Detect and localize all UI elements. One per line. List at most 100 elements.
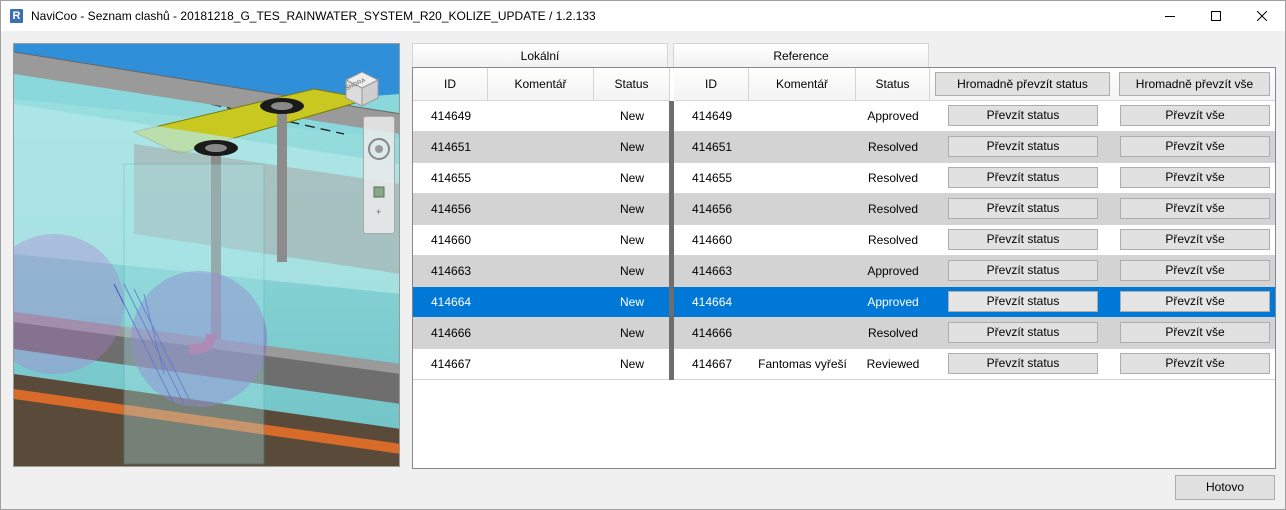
cell-ref-status: Resolved [867,326,919,340]
cell-ref-id: 414651 [692,140,733,154]
cell-local-status: New [619,326,644,340]
title-bar[interactable]: R NaviCoo - Seznam clashů - 20181218_G_T… [1,1,1285,31]
close-button[interactable] [1239,1,1285,31]
cell-local-id: 414649 [431,109,472,123]
cell-ref-status: Reviewed [866,357,920,371]
take-status-button[interactable]: Převzít status [948,291,1098,312]
cell-local-id: 414656 [431,202,472,216]
close-icon [1257,11,1267,21]
cell-local-comment [488,132,594,162]
table-row[interactable]: 414655 New 414655 Resolved Převzít status Pře… [413,163,1275,194]
table-row[interactable]: 414666 New 414666 Resolved Převzít status Pře… [413,318,1275,349]
take-all-button[interactable]: Převzít vše [1120,322,1270,343]
cell-local-id: 414666 [431,326,472,340]
cell-ref-status: Approved [867,295,919,309]
col-header-local-comment[interactable]: Komentář [488,68,594,101]
take-status-button[interactable]: Převzít status [948,198,1098,219]
take-all-button[interactable]: Převzít vše [1120,167,1270,188]
col-header-local-id[interactable]: ID [413,68,488,101]
cell-ref-id: 414649 [692,109,733,123]
table-row[interactable]: 414663 New 414663 Approved Převzít status Pře… [413,256,1275,287]
cell-ref-status: Resolved [867,171,919,185]
take-status-button[interactable]: Převzít status [948,353,1098,374]
take-all-button[interactable]: Převzít vše [1120,260,1270,281]
col-header-local-status[interactable]: Status [594,68,670,101]
done-button[interactable]: Hotovo [1175,475,1275,500]
take-status-button[interactable]: Převzít status [948,322,1098,343]
steering-wheel-icon[interactable]: + [364,117,394,233]
cell-ref-status: Approved [867,109,919,123]
3d-model-view[interactable]: SHORA + [13,43,400,467]
cell-local-comment [488,194,594,224]
cell-ref-comment [749,101,856,131]
table-row[interactable]: 414656 New 414656 Resolved Převzít status Pře… [413,194,1275,225]
take-all-button[interactable]: Převzít vše [1120,136,1270,157]
cell-ref-id: 414660 [692,233,733,247]
take-all-button[interactable]: Převzít vše [1120,105,1270,126]
bulk-take-status-button[interactable]: Hromadně převzít status [935,72,1110,96]
cell-ref-comment [749,225,856,255]
window-title: NaviCoo - Seznam clashů - 20181218_G_TES… [31,9,596,23]
cell-ref-status: Resolved [867,202,919,216]
take-all-button[interactable]: Převzít vše [1120,291,1270,312]
cell-ref-status: Resolved [867,140,919,154]
cell-ref-status: Approved [867,264,919,278]
column-group-divider [669,101,674,380]
cell-local-id: 414651 [431,140,472,154]
group-header-local: Lokální [412,43,668,67]
cell-local-comment [488,287,594,317]
table-row[interactable]: 414660 New 414660 Resolved Převzít status Pře… [413,225,1275,256]
table-row[interactable]: 414651 New 414651 Resolved Převzít status Pře… [413,132,1275,163]
cell-local-status: New [619,202,644,216]
take-status-button[interactable]: Převzít status [948,167,1098,188]
cell-ref-status: Resolved [867,233,919,247]
cell-local-comment [488,318,594,348]
take-status-button[interactable]: Převzít status [948,105,1098,126]
table-row[interactable]: 414667 New 414667 Fantomas vyřeší Reviewed Př… [413,349,1275,380]
cell-local-status: New [619,171,644,185]
col-header-ref-id[interactable]: ID [674,68,749,101]
cell-local-id: 414664 [431,295,472,309]
maximize-icon [1211,11,1221,21]
take-status-button[interactable]: Převzít status [948,229,1098,250]
take-all-button[interactable]: Převzít vše [1120,198,1270,219]
cell-local-id: 414655 [431,171,472,185]
cell-local-comment [488,225,594,255]
col-header-ref-comment[interactable]: Komentář [749,68,856,101]
take-status-button[interactable]: Převzít status [948,260,1098,281]
cell-ref-comment [749,256,856,286]
cell-local-status: New [619,264,644,278]
cell-local-id: 414660 [431,233,472,247]
dialog-window: R NaviCoo - Seznam clashů - 20181218_G_T… [0,0,1286,510]
cell-local-comment [488,163,594,193]
clash-grid[interactable]: ID Komentář Status ID Komentář Status Hr… [412,67,1276,469]
cell-local-status: New [619,357,644,371]
cell-ref-id: 414655 [692,171,733,185]
svg-text:+: + [376,207,381,217]
cell-ref-id: 414666 [692,326,733,340]
minimize-button[interactable] [1147,1,1193,31]
cell-local-comment [488,349,594,379]
cell-local-id: 414663 [431,264,472,278]
table-row[interactable]: 414649 New 414649 Approved Převzít status Pře… [413,101,1275,132]
cell-ref-comment [749,287,856,317]
cell-ref-comment [749,163,856,193]
minimize-icon [1165,16,1175,17]
cell-ref-comment: Fantomas vyřeší [758,357,847,371]
cell-ref-comment [749,132,856,162]
take-all-button[interactable]: Převzít vše [1120,229,1270,250]
cell-ref-id: 414667 [692,357,733,371]
cell-local-status: New [619,233,644,247]
table-row[interactable]: 414664 New 414664 Approved Převzít status Pře… [413,287,1275,318]
cell-ref-comment [749,318,856,348]
maximize-button[interactable] [1193,1,1239,31]
bulk-take-all-button[interactable]: Hromadně převzít vše [1119,72,1270,96]
col-header-ref-status[interactable]: Status [856,68,930,101]
navigation-bar[interactable]: + [363,116,395,234]
cell-ref-id: 414663 [692,264,733,278]
cell-local-status: New [619,109,644,123]
take-all-button[interactable]: Převzít vše [1120,353,1270,374]
cell-local-status: New [619,295,644,309]
take-status-button[interactable]: Převzít status [948,136,1098,157]
cell-local-status: New [619,140,644,154]
